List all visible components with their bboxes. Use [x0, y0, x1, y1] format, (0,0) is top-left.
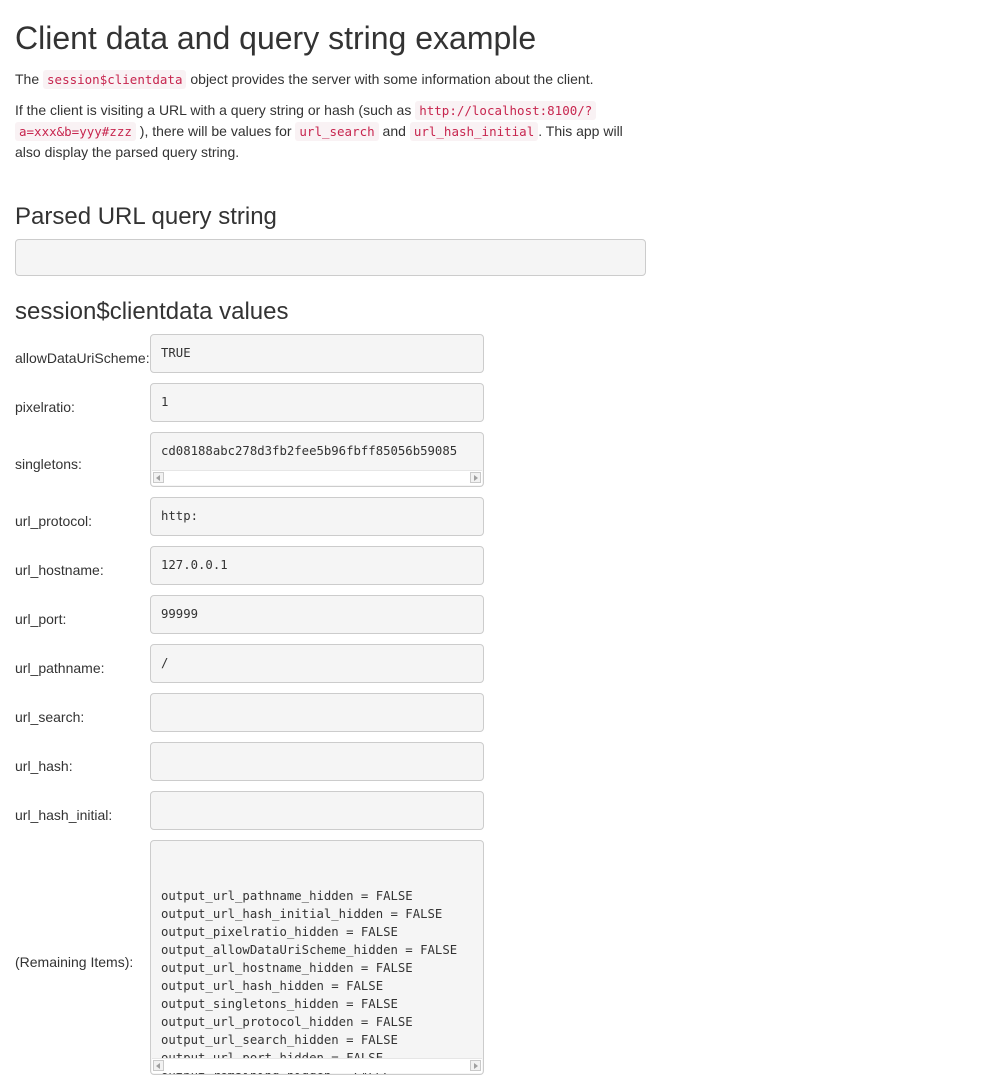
- field-row-url-search: url_search:: [15, 693, 495, 732]
- code-clientdata: session$clientdata: [43, 70, 187, 89]
- clientdata-heading: session$clientdata values: [15, 298, 289, 325]
- field-row-remaining: (Remaining Items): output_url_pathname_h…: [15, 840, 495, 1075]
- horizontal-scrollbar[interactable]: [152, 1058, 482, 1073]
- intro-text: and: [378, 123, 410, 139]
- code-url-hash-initial: url_hash_initial: [409, 122, 539, 141]
- scroll-right-icon[interactable]: [470, 472, 481, 483]
- parsed-query-output: [15, 239, 646, 276]
- field-label: url_search:: [15, 709, 85, 725]
- field-row-url-pathname: url_pathname: /: [15, 644, 495, 683]
- field-label: url_hash_initial:: [15, 807, 113, 823]
- field-row-singletons: singletons: cd08188abc278d3fb2fee5b96fbf…: [15, 432, 495, 487]
- intro-paragraph-2: If the client is visiting a URL with a q…: [15, 100, 655, 162]
- horizontal-scrollbar[interactable]: [152, 470, 482, 485]
- field-value-url-search: [150, 693, 484, 732]
- field-value-url-hostname: 127.0.0.1: [150, 546, 484, 585]
- field-label: url_port:: [15, 611, 67, 627]
- intro-text: . This app will: [538, 123, 623, 139]
- intro-text: object provides the server with some inf…: [186, 71, 594, 87]
- scroll-right-icon[interactable]: [470, 1060, 481, 1071]
- field-value-url-port: 99999: [150, 595, 484, 634]
- field-label: url_pathname:: [15, 660, 105, 676]
- field-value-pixelratio: 1: [150, 383, 484, 422]
- page-container: Client data and query string example The…: [15, 0, 655, 1075]
- field-value-singletons: cd08188abc278d3fb2fee5b96fbff85056b59085: [150, 432, 484, 487]
- field-value-allowdatauri: TRUE: [150, 334, 484, 373]
- parsed-query-heading: Parsed URL query string: [15, 203, 277, 230]
- remaining-item: output_url_hash_hidden = FALSE: [161, 979, 384, 993]
- remaining-item: output_url_protocol_hidden = FALSE: [161, 1015, 413, 1029]
- remaining-item: output_url_search_hidden = FALSE: [161, 1033, 398, 1047]
- field-row-url-hash-initial: url_hash_initial:: [15, 791, 495, 830]
- field-row-url-protocol: url_protocol: http:: [15, 497, 495, 536]
- remaining-item: output_pixelratio_hidden = FALSE: [161, 925, 398, 939]
- code-url-search: url_search: [295, 122, 379, 141]
- field-row-url-port: url_port: 99999: [15, 595, 495, 634]
- field-label: (Remaining Items):: [15, 954, 134, 970]
- page-title: Client data and query string example: [15, 20, 537, 56]
- remaining-item: output_url_pathname_hidden = FALSE: [161, 889, 413, 903]
- intro-text: The: [15, 71, 44, 87]
- field-row-allowdatauri: allowDataUriScheme: TRUE: [15, 334, 495, 373]
- remaining-item: output_url_hostname_hidden = FALSE: [161, 961, 413, 975]
- intro-text: If the client is visiting a URL with a q…: [15, 102, 416, 118]
- scroll-left-icon[interactable]: [153, 472, 164, 483]
- field-row-url-hostname: url_hostname: 127.0.0.1: [15, 546, 495, 585]
- field-label: pixelratio:: [15, 399, 75, 415]
- code-example-url: http://localhost:8100/?: [415, 101, 597, 120]
- field-value-url-hash: [150, 742, 484, 781]
- remaining-item: output_singletons_hidden = FALSE: [161, 997, 398, 1011]
- intro-text: ), there will be values for: [135, 123, 296, 139]
- intro-paragraph-1: The session$clientdata object provides t…: [15, 69, 655, 90]
- remaining-item: output_allowDataUriScheme_hidden = FALSE: [161, 943, 458, 957]
- field-label: allowDataUriScheme:: [15, 350, 150, 366]
- remaining-item: output_url_hash_initial_hidden = FALSE: [161, 907, 443, 921]
- field-row-url-hash: url_hash:: [15, 742, 495, 781]
- field-row-pixelratio: pixelratio: 1: [15, 383, 495, 422]
- field-value-url-pathname: /: [150, 644, 484, 683]
- field-label: url_protocol:: [15, 513, 93, 529]
- code-example-url-cont: a=xxx&b=yyy#zzz: [15, 122, 136, 141]
- singletons-text: cd08188abc278d3fb2fee5b96fbff85056b59085: [161, 444, 458, 458]
- remaining-items-list: output_url_pathname_hidden = FALSE output…: [161, 887, 479, 1074]
- field-label: singletons:: [15, 456, 82, 472]
- intro-text: also display the parsed query string.: [15, 144, 240, 160]
- field-value-url-protocol: http:: [150, 497, 484, 536]
- field-value-remaining: output_url_pathname_hidden = FALSE output…: [150, 840, 484, 1075]
- field-label: url_hostname:: [15, 562, 104, 578]
- scroll-left-icon[interactable]: [153, 1060, 164, 1071]
- field-value-url-hash-initial: [150, 791, 484, 830]
- field-label: url_hash:: [15, 758, 73, 774]
